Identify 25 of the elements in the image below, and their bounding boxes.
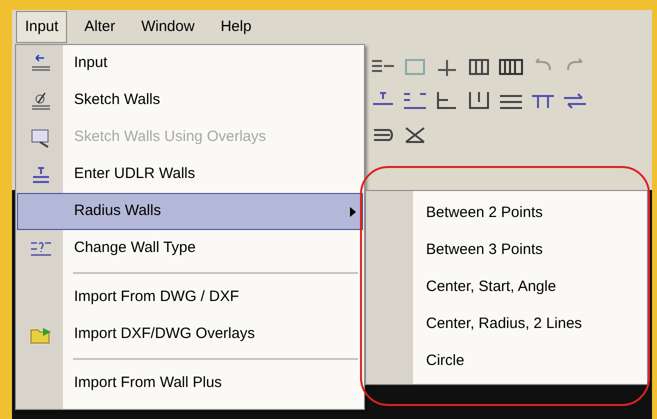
menu-bar-item[interactable]: Input: [16, 10, 68, 44]
submenu-item[interactable]: Center, Start, Angle: [366, 269, 647, 306]
menu-item[interactable]: Change Wall Type: [17, 230, 363, 267]
menu-item[interactable]: Enter UDLR Walls: [17, 156, 363, 193]
menu-item[interactable]: Import DXF/DWG Overlays: [17, 316, 363, 353]
menu-bar-item[interactable]: Window: [132, 10, 204, 44]
menu-item[interactable]: Input: [17, 45, 363, 82]
menu-item[interactable]: Import From Wall Plus: [17, 365, 363, 402]
submenu-item[interactable]: Between 2 Points: [366, 195, 647, 232]
menu-item[interactable]: Import From DWG / DXF: [17, 279, 363, 316]
wall-type-icon[interactable]: [402, 90, 428, 112]
submenu-item[interactable]: Between 3 Points: [366, 232, 647, 269]
channel-icon[interactable]: [466, 90, 492, 112]
grid-icon[interactable]: [466, 56, 492, 78]
pencil-icon: [30, 90, 52, 110]
udlr-icon: [30, 164, 52, 184]
menu-bar-item[interactable]: Alter: [75, 10, 124, 44]
wall-type-icon: [29, 240, 53, 258]
menu-item[interactable]: Sketch Walls: [17, 82, 363, 119]
submenu-item[interactable]: Circle: [366, 343, 647, 380]
grid-icon[interactable]: [498, 56, 524, 78]
menu-bar-item[interactable]: Help: [212, 10, 260, 44]
submenu-item[interactable]: Center, Radius, 2 Lines: [366, 306, 647, 343]
arrow-icon: [30, 54, 52, 72]
menu-item[interactable]: Radius Walls: [17, 193, 363, 230]
